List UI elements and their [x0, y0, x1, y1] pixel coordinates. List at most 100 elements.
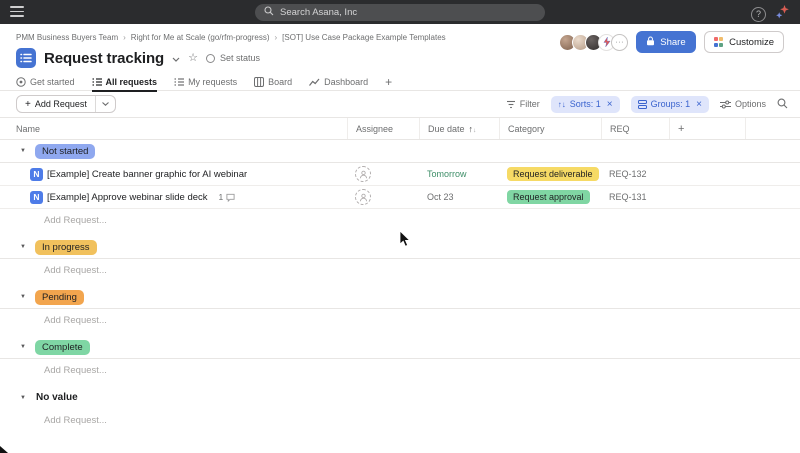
add-request-row[interactable]: Add Request...	[0, 359, 800, 382]
app-n-icon: N	[30, 168, 43, 181]
breadcrumb-item[interactable]: PMM Business Buyers Team	[16, 33, 118, 42]
help-button[interactable]: ?	[751, 7, 766, 22]
column-header-name[interactable]: Name	[0, 118, 347, 139]
add-request-label: Add Request	[35, 99, 87, 109]
customize-label: Customize	[729, 37, 774, 48]
search-icon	[777, 98, 788, 109]
due-date[interactable]: Oct 23	[419, 192, 499, 202]
group-not-started: ▼ Not started N [Example] Create banner …	[0, 140, 800, 232]
set-status-button[interactable]: Set status	[206, 53, 260, 63]
column-header-assignee[interactable]: Assignee	[347, 118, 419, 139]
section-badge[interactable]: In progress	[35, 240, 97, 255]
add-tab-button[interactable]: +	[385, 75, 392, 89]
task-title[interactable]: [Example] Approve webinar slide deck	[47, 192, 208, 203]
breadcrumb-item[interactable]: [SOT] Use Case Package Example Templates	[282, 33, 445, 42]
favorite-star-icon[interactable]: ☆	[188, 53, 198, 64]
add-request-row[interactable]: Add Request...	[0, 409, 800, 432]
add-request-row[interactable]: Add Request...	[0, 259, 800, 282]
tab-get-started[interactable]: Get started	[16, 72, 75, 91]
get-started-icon	[16, 77, 26, 87]
title-chevron-down-icon[interactable]	[172, 49, 180, 67]
search-icon	[264, 6, 274, 19]
column-header-filler	[745, 118, 800, 139]
list-icon	[92, 77, 102, 87]
customize-icon	[714, 37, 724, 47]
customize-button[interactable]: Customize	[704, 31, 784, 53]
collapse-arrow-icon[interactable]: ▼	[20, 244, 28, 250]
column-header-category[interactable]: Category	[499, 118, 601, 139]
list-icon	[174, 77, 184, 87]
tab-dashboard[interactable]: Dashboard	[309, 72, 368, 91]
breadcrumb-item[interactable]: Right for Me at Scale (go/rfm-progress)	[131, 33, 270, 42]
share-button[interactable]: Share	[636, 31, 695, 53]
tab-board[interactable]: Board	[254, 72, 292, 91]
project-icon[interactable]	[16, 48, 36, 68]
section-badge[interactable]: Pending	[35, 290, 84, 305]
section-header[interactable]: ▼ No value	[0, 386, 800, 409]
column-header-due-date[interactable]: Due date ↑↓	[419, 118, 499, 139]
dashboard-icon	[309, 77, 320, 87]
assignee-placeholder[interactable]	[355, 189, 371, 205]
req-id: REQ-131	[601, 192, 669, 202]
set-status-label: Set status	[220, 53, 260, 63]
filter-button[interactable]: Filter	[506, 99, 540, 109]
section-label[interactable]: No value	[35, 390, 85, 405]
avatar-overflow-button[interactable]: ···	[611, 34, 628, 51]
section-header[interactable]: ▼ In progress	[0, 236, 800, 259]
person-icon	[359, 193, 368, 202]
groups-pill[interactable]: Groups: 1 ×	[631, 96, 709, 113]
due-date[interactable]: Tomorrow	[419, 169, 499, 179]
add-column-button[interactable]: +	[669, 118, 745, 139]
group-no-value: ▼ No value Add Request...	[0, 386, 800, 432]
page-title: Request tracking	[44, 50, 164, 67]
add-request-row[interactable]: Add Request...	[0, 309, 800, 332]
lock-icon	[646, 36, 655, 49]
share-label: Share	[660, 37, 685, 48]
section-badge[interactable]: Complete	[35, 340, 90, 355]
tab-all-requests[interactable]: All requests	[92, 72, 158, 91]
add-request-button[interactable]: + Add Request	[16, 95, 116, 113]
groups-icon	[638, 100, 647, 109]
comment-bubble-icon	[226, 193, 235, 202]
section-badge[interactable]: Not started	[35, 144, 95, 159]
sorts-pill[interactable]: ↑↓ Sorts: 1 ×	[551, 96, 620, 113]
collapse-arrow-icon[interactable]: ▼	[20, 294, 28, 300]
table-row[interactable]: N [Example] Create banner graphic for AI…	[0, 163, 800, 186]
ai-sparkle-icon[interactable]	[775, 4, 790, 24]
category-badge[interactable]: Request deliverable	[507, 167, 599, 181]
sort-ascending-icon: ↑↓	[469, 124, 477, 134]
comment-count: 1	[219, 192, 236, 202]
group-pending: ▼ Pending Add Request...	[0, 286, 800, 332]
board-icon	[254, 77, 264, 87]
category-badge[interactable]: Request approval	[507, 190, 590, 204]
add-request-dropdown[interactable]	[96, 96, 115, 112]
collapse-arrow-icon[interactable]: ▼	[20, 395, 28, 401]
options-button[interactable]: Options	[720, 99, 766, 109]
clear-sorts-icon[interactable]: ×	[607, 99, 613, 110]
tab-my-requests[interactable]: My requests	[174, 72, 237, 91]
req-id: REQ-132	[601, 169, 669, 179]
list-toolbar: + Add Request Filter ↑↓ Sorts: 1 × Group…	[0, 91, 800, 118]
clear-groups-icon[interactable]: ×	[696, 99, 702, 110]
assignee-placeholder[interactable]	[355, 166, 371, 182]
table-row[interactable]: N [Example] Approve webinar slide deck 1…	[0, 186, 800, 209]
section-header[interactable]: ▼ Not started	[0, 140, 800, 163]
list-search-button[interactable]	[777, 98, 788, 111]
menu-icon[interactable]	[10, 6, 24, 20]
breadcrumb-separator: ›	[123, 33, 126, 42]
collapse-arrow-icon[interactable]: ▼	[20, 148, 28, 154]
search-input[interactable]: Search Asana, Inc	[255, 4, 545, 21]
task-title[interactable]: [Example] Create banner graphic for AI w…	[47, 169, 247, 180]
collapse-arrow-icon[interactable]: ▼	[20, 344, 28, 350]
member-avatars[interactable]: ···	[559, 34, 628, 51]
screen-corner-artifact	[0, 446, 8, 453]
request-list: ▼ Not started N [Example] Create banner …	[0, 140, 800, 432]
add-request-row[interactable]: Add Request...	[0, 209, 800, 232]
section-header[interactable]: ▼ Complete	[0, 336, 800, 359]
column-header-req[interactable]: REQ	[601, 118, 669, 139]
section-header[interactable]: ▼ Pending	[0, 286, 800, 309]
plus-icon: +	[25, 99, 31, 110]
person-icon	[359, 170, 368, 179]
group-complete: ▼ Complete Add Request...	[0, 336, 800, 382]
breadcrumb-separator: ›	[275, 33, 278, 42]
